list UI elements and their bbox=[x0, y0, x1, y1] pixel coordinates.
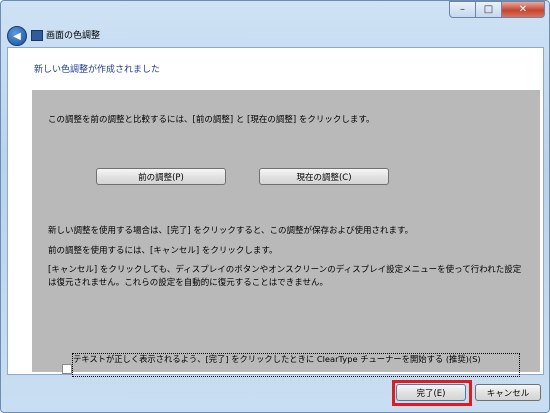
window-title: 画面の色調整 bbox=[46, 31, 101, 41]
finish-info: 新しい調整を使用する場合は、[完了] をクリックすると、この調整が保存および使用… bbox=[48, 226, 414, 236]
window-controls: – □ ✕ bbox=[449, 1, 545, 19]
current-calibration-button[interactable]: 現在の調整(C) bbox=[259, 168, 389, 185]
minimize-button[interactable]: – bbox=[449, 1, 476, 18]
restore-warning: [キャンセル] をクリックしても、ディスプレイのボタンやオンスクリーンのディスプ… bbox=[48, 265, 522, 288]
window: – □ ✕ ◀ 画面の色調整 新しい色調整が作成されました この調整を前の調整と… bbox=[0, 0, 550, 413]
cancel-button[interactable]: キャンセル bbox=[475, 384, 541, 401]
cancel-info: 前の調整を使用するには、[キャンセル] をクリックします。 bbox=[48, 246, 278, 256]
display-color-icon bbox=[31, 30, 43, 41]
maximize-button[interactable]: □ bbox=[476, 1, 502, 18]
title-bar: – □ ✕ bbox=[1, 1, 549, 23]
content-panel: 新しい色調整が作成されました この調整を前の調整と比較するには、[前の調整] と… bbox=[7, 47, 544, 377]
close-button[interactable]: ✕ bbox=[502, 1, 545, 18]
instruction-area: この調整を前の調整と比較するには、[前の調整] と [現在の調整] をクリックし… bbox=[32, 90, 540, 377]
back-arrow-icon[interactable]: ◀ bbox=[7, 26, 27, 46]
page-heading: 新しい色調整が作成されました bbox=[34, 65, 161, 75]
previous-calibration-button[interactable]: 前の調整(P) bbox=[96, 168, 226, 185]
compare-instruction: この調整を前の調整と比較するには、[前の調整] と [現在の調整] をクリックし… bbox=[48, 115, 375, 125]
cleartype-checkbox-label[interactable]: テキストが正しく表示されるよう、[完了] をクリックしたときに ClearTyp… bbox=[72, 353, 520, 377]
highlight-box bbox=[392, 380, 472, 406]
cleartype-checkbox[interactable] bbox=[62, 364, 72, 374]
